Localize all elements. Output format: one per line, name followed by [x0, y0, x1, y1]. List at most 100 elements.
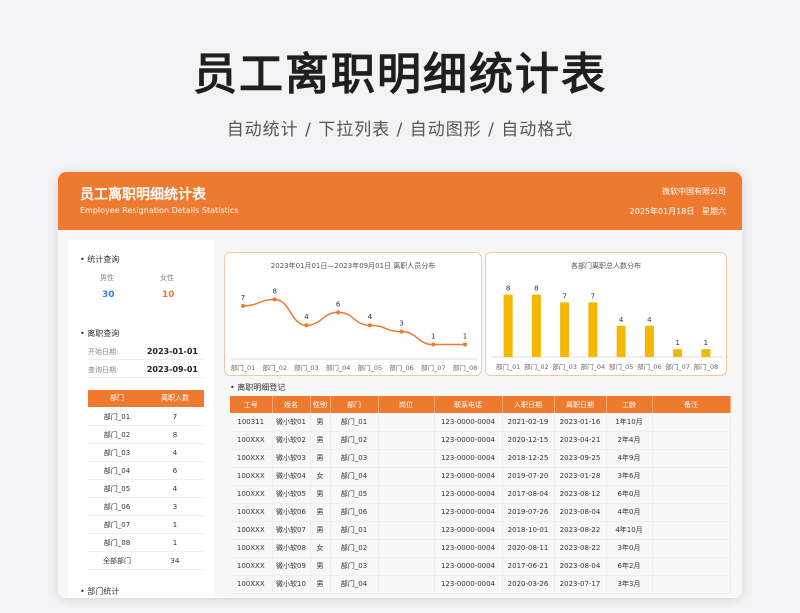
dept-name: 部门_05 [103, 485, 131, 493]
table-cell: 2019-07-20 [502, 467, 555, 486]
table-cell: 部门_02 [330, 431, 379, 450]
bar [503, 294, 513, 357]
table-cell [652, 413, 731, 432]
count-header: 离职人数 [161, 394, 189, 402]
data-label: 3 [399, 320, 403, 328]
data-label: 8 [272, 287, 276, 295]
date-text: 2025年01月18日 [629, 207, 695, 216]
table-cell: 微小软03 [272, 449, 311, 468]
table-cell [652, 521, 731, 540]
table-cell [378, 449, 435, 468]
table-cell: 部门_01 [330, 413, 379, 432]
table-cell: 微小软10 [272, 575, 311, 594]
dept-row: 部门_01 7 [88, 408, 204, 426]
tick-label: 部门_01 [231, 363, 256, 372]
start-date-row[interactable]: 开始日期: 2023-01-01 [88, 344, 204, 360]
table-cell: 100XXX [230, 521, 273, 540]
dept-row: 部门_02 8 [88, 426, 204, 444]
start-date-value[interactable]: 2023-01-01 [147, 344, 198, 360]
dept-name: 部门_08 [103, 539, 131, 547]
table-cell: 123-0000-0004 [434, 467, 503, 486]
table-row: 100XXX 微小软10 男部门_04 123-0000-0004 2020-03-26… [230, 575, 731, 594]
table-cell: 部门_06 [330, 503, 379, 522]
table-cell: 微小软07 [272, 521, 311, 540]
table-cell: 微小软08 [272, 539, 311, 558]
table-cell: 3年0月 [606, 539, 653, 558]
tick-label: 部门_07 [421, 363, 446, 372]
end-date-row[interactable]: 查询日期: 2023-09-01 [88, 362, 204, 378]
column-header: 联系电话 [434, 396, 503, 413]
end-date-label: 查询日期: [88, 366, 119, 374]
table-cell: 微小软06 [272, 503, 311, 522]
left-panel: • 统计查询 男性 女性 30 10 • 离职查询 开始日期: 2023-01-… [68, 240, 214, 598]
column-header: 性别 [310, 396, 331, 413]
bar [616, 325, 626, 357]
table-cell: 部门_05 [330, 485, 379, 504]
dept-stats-section-title: • 部门统计 [80, 587, 120, 596]
table-cell: 4年9月 [606, 449, 653, 468]
column-header: 备注 [652, 396, 731, 413]
table-row: 100311 微小软01 男部门_01 123-0000-0004 2021-02-19… [230, 413, 731, 432]
table-cell [378, 521, 435, 540]
table-cell: 123-0000-0004 [434, 521, 503, 540]
table-row: 100XXX 微小软09 男部门_03 123-0000-0004 2017-06-21… [230, 557, 731, 576]
table-cell: 2020-08-11 [502, 539, 555, 558]
table-cell: 2023-01-28 [554, 467, 607, 486]
detail-table: 工号 姓名 性别 部门 岗位 联系电话 入职日期 离职日期 工龄 备注 100311 微小软01 男部… [230, 396, 731, 594]
end-date-value[interactable]: 2023-09-01 [147, 362, 198, 378]
table-cell: 2021-02-19 [502, 413, 555, 432]
data-point [463, 342, 467, 347]
bar-chart-title: 各部门离职总人数分布 [571, 262, 641, 270]
tick-label: 部门_03 [294, 363, 319, 372]
data-label: 1 [463, 333, 467, 341]
tick-label: 部门_06 [637, 362, 662, 371]
dept-name: 部门_02 [103, 431, 131, 439]
report-title: 员工离职明细统计表 [80, 187, 206, 203]
table-cell: 6年2月 [606, 557, 653, 576]
table-cell: 2017-06-21 [502, 557, 555, 576]
table-cell: 女 [310, 467, 331, 486]
table-cell [652, 557, 731, 576]
male-label: 男性 [100, 274, 114, 282]
dept-row: 全部部门 34 [88, 552, 204, 570]
dept-row: 部门_06 3 [88, 498, 204, 516]
table-cell [378, 431, 435, 450]
dept-count: 8 [172, 431, 178, 439]
column-header: 离职日期 [554, 396, 607, 413]
data-label: 7 [591, 292, 595, 300]
query-section-title: • 离职查询 [80, 329, 120, 338]
table-cell: 部门_04 [330, 575, 379, 594]
table-cell [652, 431, 731, 450]
dept-name: 全部部门 [103, 557, 131, 565]
report-subtitle: Employee Resignation Details Statistics [80, 206, 239, 215]
table-row: 100XXX 微小软06 男部门_06 123-0000-0004 2019-07-26… [230, 503, 731, 522]
tick-label: 部门_08 [453, 363, 478, 372]
detail-section-title: • 离职明细登记 [230, 383, 286, 392]
table-cell [378, 467, 435, 486]
column-header: 工号 [230, 396, 273, 413]
table-cell: 男 [310, 503, 331, 522]
tick-label: 部门_02 [524, 362, 549, 371]
table-cell: 2023-07-17 [554, 575, 607, 594]
dept-row: 部门_07 1 [88, 516, 204, 534]
table-cell: 女 [310, 539, 331, 558]
data-label: 7 [562, 292, 566, 300]
dept-count: 7 [172, 413, 178, 421]
female-label: 女性 [160, 274, 174, 282]
data-label: 7 [241, 294, 245, 302]
data-point [241, 303, 245, 308]
dept-name: 部门_06 [103, 503, 131, 511]
table-cell: 123-0000-0004 [434, 539, 503, 558]
table-cell [652, 539, 731, 558]
table-cell: 2018-10-01 [502, 521, 555, 540]
table-body: 100311 微小软01 男部门_01 123-0000-0004 2021-02-19… [230, 413, 731, 594]
table-cell: 123-0000-0004 [434, 431, 503, 450]
table-cell: 微小软01 [272, 413, 311, 432]
table-cell: 部门_03 [330, 557, 379, 576]
table-cell [652, 467, 731, 486]
table-cell: 2018-12-25 [502, 449, 555, 468]
dept-count: 6 [172, 467, 178, 475]
table-cell: 2023-04-21 [554, 431, 607, 450]
table-cell [378, 485, 435, 504]
dept-row: 部门_08 1 [88, 534, 204, 552]
